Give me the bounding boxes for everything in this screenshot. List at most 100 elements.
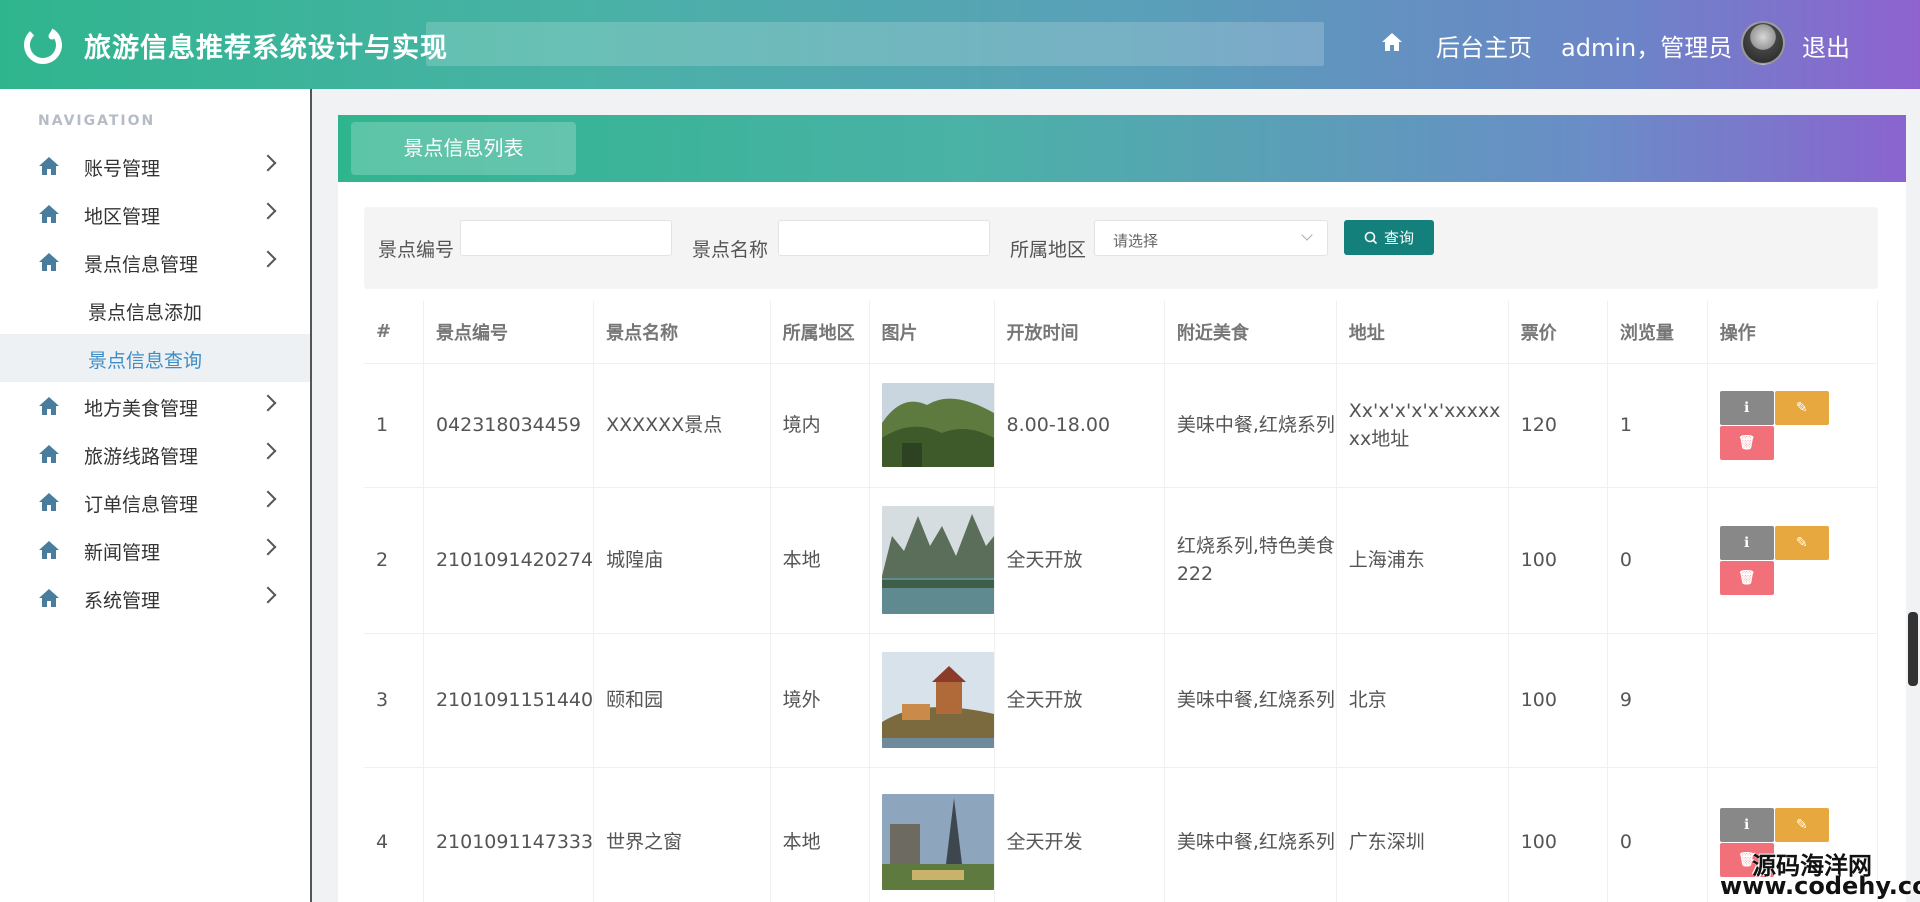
- admin-home-link[interactable]: 后台主页: [1436, 28, 1532, 63]
- edit-button[interactable]: ✎: [1774, 807, 1829, 842]
- cell-index: 3: [364, 633, 424, 768]
- column-header: 操作: [1707, 301, 1879, 364]
- cell-hours: 全天开发: [994, 767, 1165, 902]
- trash-icon: 🗑: [1737, 569, 1756, 586]
- info-button[interactable]: ℹ: [1719, 390, 1774, 425]
- app-logo-icon: [24, 26, 62, 64]
- edit-button[interactable]: ✎: [1774, 525, 1829, 560]
- edit-button[interactable]: ✎: [1774, 390, 1829, 425]
- cell-region: 本地: [770, 767, 870, 902]
- cell-price: 100: [1508, 767, 1608, 902]
- home-icon: [39, 589, 59, 607]
- cell-code: 2101091151440: [423, 633, 595, 768]
- home-icon: [39, 253, 59, 271]
- sidebar: NAVIGATION 账号管理 地区管理 景点信息管理 景点信息添加 景点信息查…: [0, 89, 312, 902]
- column-header: #: [364, 301, 424, 364]
- karst-lake-photo[interactable]: [881, 506, 994, 614]
- info-button[interactable]: ℹ: [1719, 807, 1774, 842]
- sidebar-item-system[interactable]: 系统管理: [0, 574, 310, 622]
- sidebar-item-routes[interactable]: 旅游线路管理: [0, 430, 310, 478]
- avatar[interactable]: [1741, 21, 1785, 65]
- panel-header: 景点信息列表: [338, 115, 1906, 182]
- logout-link[interactable]: 退出: [1802, 28, 1850, 63]
- cell-code: 2101091147333: [423, 767, 595, 902]
- cell-code: 042318034459: [423, 363, 595, 488]
- cell-region: 境外: [770, 633, 870, 768]
- mountain-forest-photo[interactable]: [881, 383, 994, 467]
- window-of-world-photo[interactable]: [881, 794, 994, 890]
- sidebar-heading: NAVIGATION: [38, 113, 156, 129]
- info-button[interactable]: ℹ: [1719, 525, 1774, 560]
- chevron-right-icon: [259, 442, 277, 460]
- chevron-right-icon: [259, 202, 277, 220]
- cell-food: 红烧系列,特色美食222: [1164, 487, 1337, 634]
- chevron-right-icon: [259, 490, 277, 508]
- column-header: 图片: [869, 301, 995, 364]
- current-user-label[interactable]: admin，管理员: [1561, 28, 1732, 63]
- cell-food: 美味中餐,红烧系列: [1164, 767, 1337, 902]
- home-icon[interactable]: [1380, 30, 1404, 54]
- home-icon: [39, 397, 59, 415]
- cell-address: Xx'x'x'x'x'xxxxxxx地址: [1336, 363, 1509, 488]
- row-actions: ℹ ✎ 🗑: [1719, 390, 1832, 460]
- code-input[interactable]: [460, 220, 672, 256]
- sidebar-item-label: 订单信息管理: [84, 494, 199, 516]
- cell-name: 颐和园: [593, 633, 771, 768]
- cell-views: 9: [1607, 633, 1708, 768]
- home-icon: [39, 157, 59, 175]
- query-button[interactable]: 查询: [1344, 220, 1434, 255]
- summer-palace-photo[interactable]: [881, 652, 994, 748]
- sidebar-subitem-add-attraction[interactable]: 景点信息添加: [0, 286, 310, 334]
- table-row: 1 042318034459 XXXXXX景点 境内 8.00-18.00 美味…: [364, 363, 1879, 488]
- sidebar-item-news[interactable]: 新闻管理: [0, 526, 310, 574]
- trash-icon: 🗑: [1737, 434, 1756, 451]
- delete-button[interactable]: 🗑: [1719, 425, 1774, 460]
- column-header: 浏览量: [1607, 301, 1708, 364]
- header-search-bar: [426, 22, 1324, 66]
- chevron-right-icon: [259, 154, 277, 172]
- sidebar-item-label: 地区管理: [84, 206, 161, 228]
- table-row: 4 2101091147333 世界之窗 本地 全天开发 美味中餐,红烧系列 广…: [364, 767, 1879, 902]
- column-header: 地址: [1336, 301, 1509, 364]
- cell-index: 2: [364, 487, 424, 634]
- region-select-value: 请选择: [1113, 232, 1159, 250]
- chevron-right-icon: [259, 538, 277, 556]
- search-icon: [1364, 231, 1378, 244]
- cell-address: 北京: [1336, 633, 1509, 768]
- sidebar-item-orders[interactable]: 订单信息管理: [0, 478, 310, 526]
- name-input[interactable]: [778, 220, 990, 256]
- region-select[interactable]: 请选择: [1094, 220, 1328, 256]
- sidebar-subitem-label: 景点信息添加: [88, 302, 203, 324]
- tab-attraction-list[interactable]: 景点信息列表: [351, 122, 576, 175]
- sidebar-item-label: 旅游线路管理: [84, 446, 199, 468]
- sidebar-item-label: 景点信息管理: [84, 254, 199, 276]
- cell-views: 1: [1607, 363, 1708, 488]
- sidebar-item-label: 账号管理: [84, 158, 161, 180]
- sidebar-item-accounts[interactable]: 账号管理: [0, 142, 310, 190]
- home-icon: [39, 205, 59, 223]
- sidebar-subitem-label: 景点信息查询: [88, 350, 203, 372]
- app-title: 旅游信息推荐系统设计与实现: [84, 33, 448, 64]
- cell-index: 4: [364, 767, 424, 902]
- row-actions: ℹ ✎ 🗑: [1719, 525, 1832, 595]
- sidebar-item-attractions[interactable]: 景点信息管理: [0, 238, 310, 286]
- chevron-right-icon: [259, 250, 277, 268]
- attraction-table: # 景点编号 景点名称 所属地区 图片 开放时间 附近美食 地址 票价 浏览量 …: [364, 301, 1879, 902]
- cell-index: 1: [364, 363, 424, 488]
- code-label: 景点编号: [378, 239, 455, 261]
- table-row: 2 2101091420274 城隍庙 本地 全天开放 红烧系列,特色美食222…: [364, 487, 1879, 634]
- delete-button[interactable]: 🗑: [1719, 560, 1774, 595]
- column-header: 票价: [1508, 301, 1608, 364]
- sidebar-item-regions[interactable]: 地区管理: [0, 190, 310, 238]
- watermark-url: www.codehy.com: [1720, 872, 1920, 900]
- column-header: 附近美食: [1164, 301, 1337, 364]
- cell-price: 120: [1508, 363, 1608, 488]
- sidebar-subitem-query-attraction[interactable]: 景点信息查询: [0, 334, 310, 382]
- cell-views: 0: [1607, 487, 1708, 634]
- scrollbar-thumb[interactable]: [1908, 612, 1918, 686]
- home-icon: [39, 541, 59, 559]
- name-label: 景点名称: [692, 239, 769, 261]
- cell-name: 世界之窗: [593, 767, 771, 902]
- cell-price: 100: [1508, 487, 1608, 634]
- sidebar-item-local-food[interactable]: 地方美食管理: [0, 382, 310, 430]
